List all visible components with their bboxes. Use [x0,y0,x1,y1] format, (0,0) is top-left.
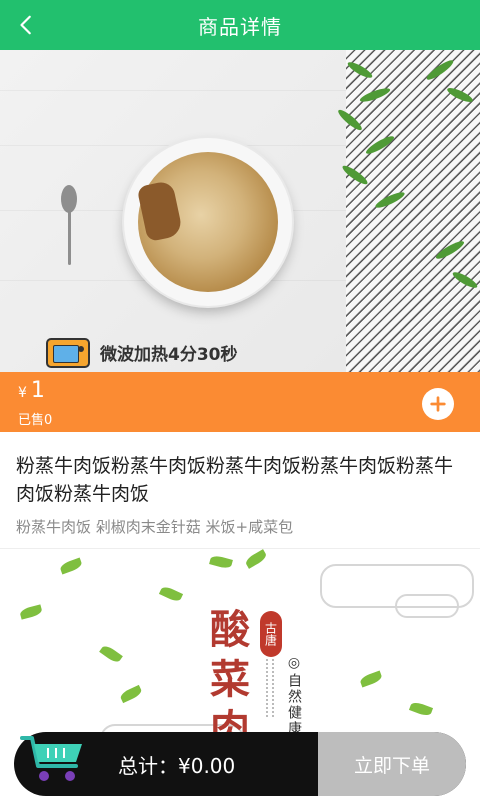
spoon [58,185,80,271]
place-order-button[interactable]: 立即下单 [318,732,466,796]
chevron-left-icon [20,15,31,35]
food-plate [124,138,292,306]
app-header: 商品详情 [0,0,480,50]
shopping-cart-icon[interactable] [18,730,90,786]
back-button[interactable] [10,8,44,42]
heating-instruction: 微波加热4分30秒 [100,345,238,365]
microwave-icon [46,338,90,368]
price-bar: ¥ 1 已售0 [0,372,480,432]
price-value: 1 [30,378,45,403]
currency-symbol: ¥ [18,385,27,401]
page-title: 商品详情 [198,14,282,39]
leaves-decoration [338,60,478,288]
product-description: 粉蒸牛肉饭 剁椒肉末金针菇 米饭+咸菜包 [16,518,294,536]
product-name: 粉蒸牛肉饭粉蒸牛肉饭粉蒸牛肉饭粉蒸牛肉饭粉蒸牛肉饭粉蒸牛肉饭 [16,455,454,505]
seal-stamp: 古唐 [260,611,282,657]
price: ¥ 1 [18,378,45,403]
plus-icon [430,396,446,412]
add-to-cart-button[interactable] [422,388,454,420]
sold-count: 已售0 [18,413,53,428]
product-image: 微波加热4分30秒 [0,50,480,372]
total-price: 总计：¥0.00 [118,754,236,778]
